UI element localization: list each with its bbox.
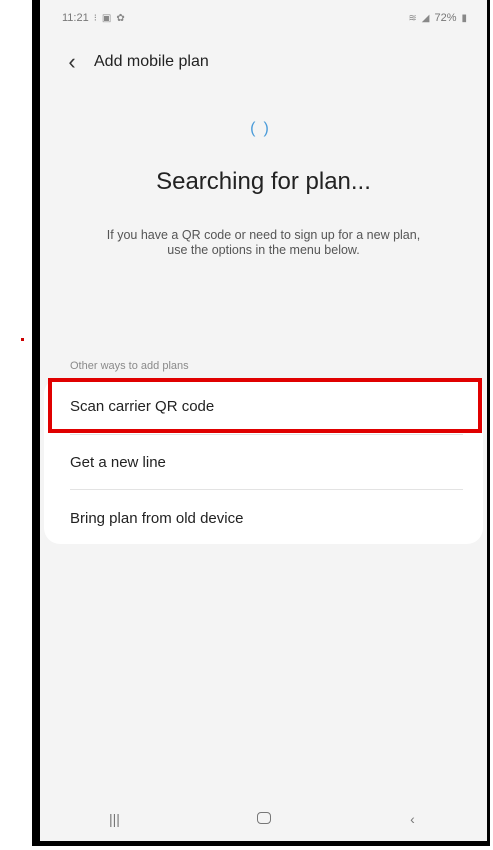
settings-icon: ✿ — [116, 12, 125, 24]
signal-icon: ◢ — [421, 12, 430, 24]
option-bring-plan[interactable]: Bring plan from old device — [70, 490, 463, 546]
page-title: Add mobile plan — [94, 53, 209, 70]
recent-apps-icon[interactable]: ||| — [85, 811, 145, 827]
notification-icon: ⁝ — [93, 12, 97, 24]
section-label: Other ways to add plans — [70, 360, 189, 372]
status-bar: 11:21 ⁝ ▣ ✿ ≋ ◢ 72% ▮ — [40, 0, 487, 36]
description-text: If you have a QR code or need to sign up… — [106, 228, 421, 257]
searching-heading: Searching for plan... — [156, 168, 371, 195]
navigation-bar: ||| ‹ — [40, 797, 487, 841]
app-header: ‹ Add mobile plan — [40, 44, 487, 80]
battery-icon: ▮ — [461, 12, 467, 24]
wifi-icon: ≋ — [408, 12, 417, 24]
options-card: Scan carrier QR code Get a new line Brin… — [44, 378, 483, 544]
option-label: Scan carrier QR code — [70, 397, 215, 415]
annotation-mark — [21, 338, 24, 341]
option-label: Get a new line — [70, 453, 166, 471]
chevron-left-icon: ‹ — [68, 49, 76, 74]
phone-screen: 11:21 ⁝ ▣ ✿ ≋ ◢ 72% ▮ ‹ Add mobile plan … — [32, 0, 490, 846]
status-left: 11:21 ⁝ ▣ ✿ — [62, 12, 125, 24]
loading-spinner-icon: () — [250, 120, 277, 137]
image-icon: ▣ — [101, 12, 112, 24]
option-label: Bring plan from old device — [70, 509, 244, 527]
battery-percent: 72% — [434, 12, 457, 24]
status-time: 11:21 — [62, 12, 89, 24]
home-icon[interactable] — [234, 811, 294, 827]
back-icon[interactable]: ‹ — [383, 811, 443, 827]
status-right: ≋ ◢ 72% ▮ — [408, 12, 467, 24]
option-get-new-line[interactable]: Get a new line — [70, 434, 463, 490]
option-scan-qr[interactable]: Scan carrier QR code — [70, 378, 463, 434]
back-button[interactable]: ‹ — [52, 44, 92, 80]
